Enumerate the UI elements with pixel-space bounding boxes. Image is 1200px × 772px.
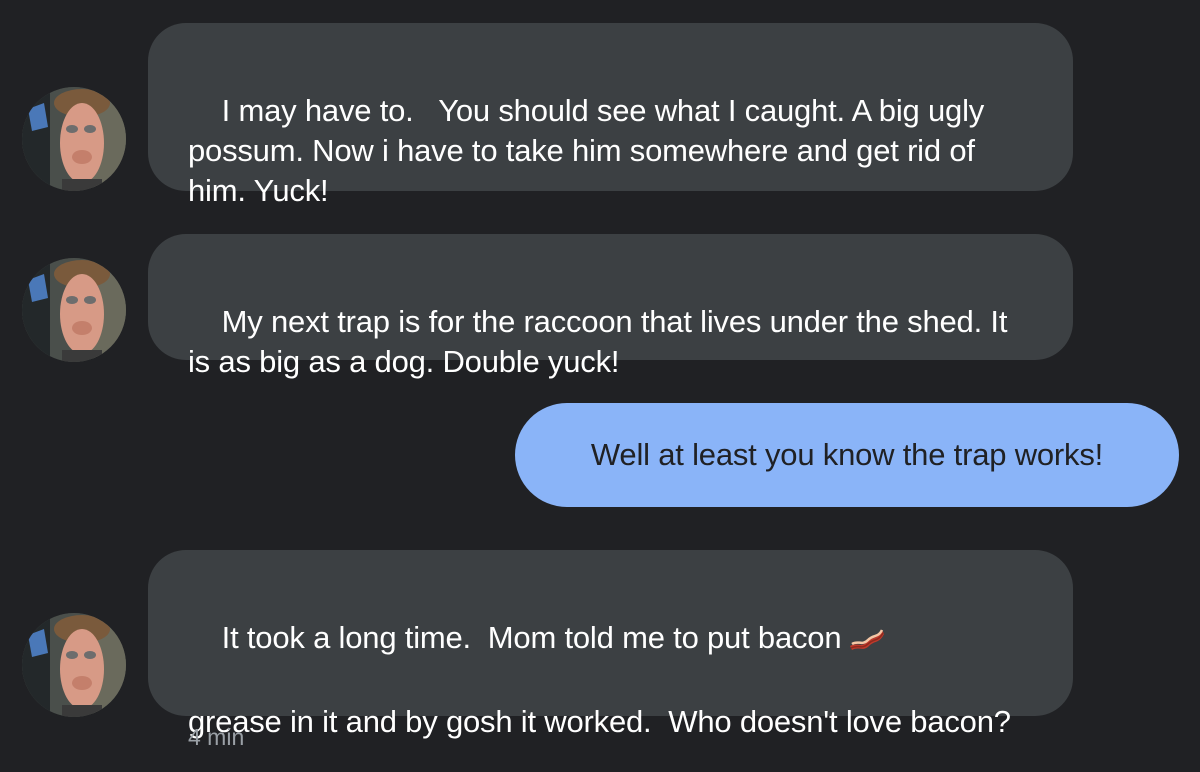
contact-avatar[interactable] xyxy=(22,613,126,717)
message-text-part: It took a long time. Mom told me to put … xyxy=(221,620,842,655)
contact-photo-icon xyxy=(22,613,126,717)
contact-photo-icon xyxy=(22,87,126,191)
message-text-part: grease in it and by gosh it worked. Who … xyxy=(188,704,1011,739)
message-text: I may have to. You should see what I cau… xyxy=(188,93,993,208)
bacon-emoji-icon xyxy=(847,622,885,662)
message-bubble[interactable]: I may have to. You should see what I cau… xyxy=(148,23,1073,208)
contact-photo-icon xyxy=(22,258,126,362)
contact-avatar[interactable] xyxy=(22,258,126,362)
message-text: My next trap is for the raccoon that liv… xyxy=(188,304,1016,379)
message-text: Well at least you know the trap works! xyxy=(590,437,1104,472)
contact-avatar[interactable] xyxy=(22,87,126,191)
message-bubble[interactable]: It took a long time. Mom told me to put … xyxy=(148,550,1073,739)
message-bubble[interactable]: My next trap is for the raccoon that liv… xyxy=(148,234,1073,379)
conversation-thread: I may have to. You should see what I cau… xyxy=(0,0,1200,772)
sent-message-bubble[interactable]: Well at least you know the trap works! xyxy=(515,403,1179,507)
message-timestamp: 4 min xyxy=(188,724,245,750)
